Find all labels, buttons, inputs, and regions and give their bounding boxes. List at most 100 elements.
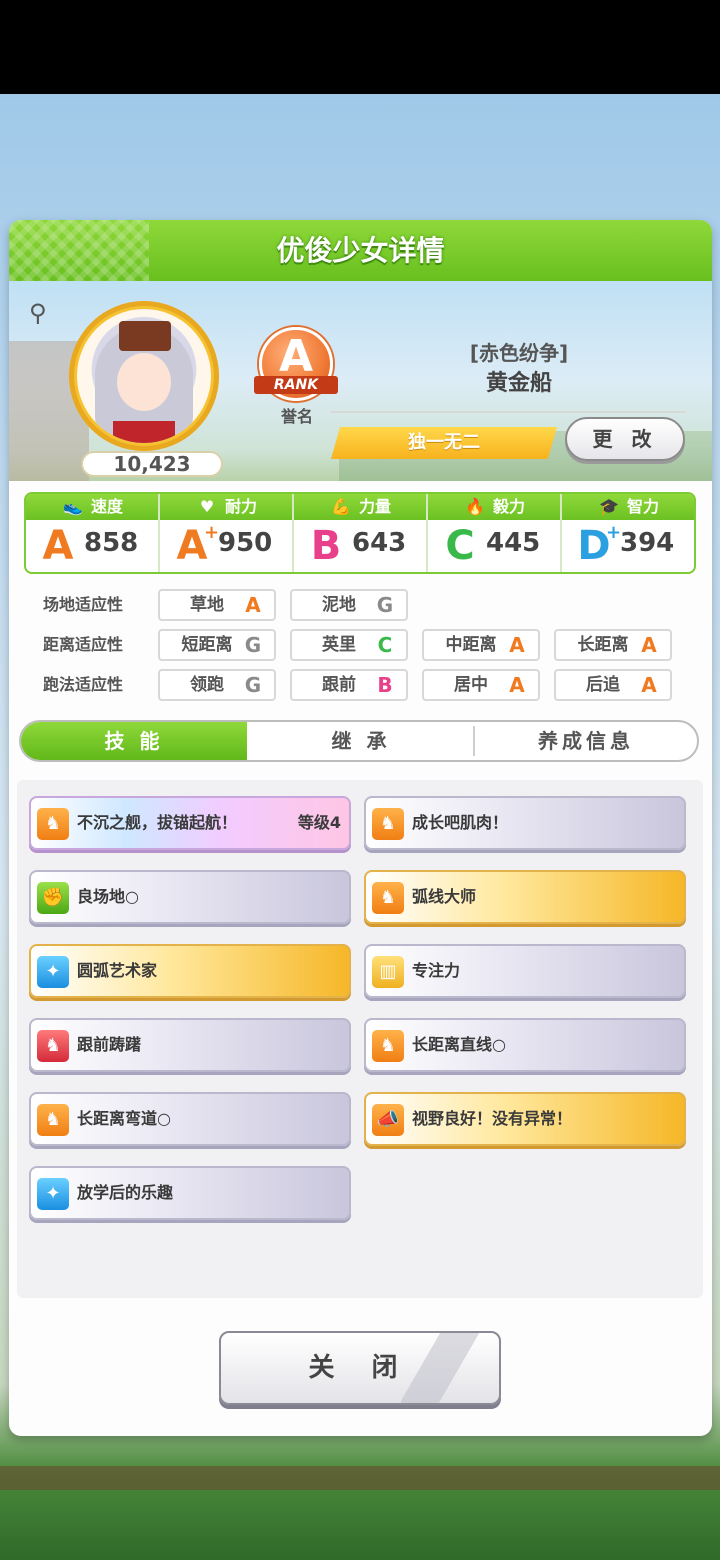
skill-item[interactable]: ✦ 放学后的乐趣: [29, 1166, 351, 1220]
rank-ribbon: RANK: [254, 376, 338, 394]
aptitude-dirt: 泥地 G: [290, 589, 408, 621]
stat-label-bar: 👟 速度: [26, 494, 160, 520]
stat-value: 858: [84, 528, 139, 558]
muscle-icon: 💪: [331, 497, 351, 516]
gate-icon: ▥: [372, 956, 404, 988]
character-name: 黄金船: [485, 371, 552, 396]
aptitude-name: 跟前: [322, 675, 356, 695]
skill-level: 等级4: [297, 813, 341, 832]
evaluation-score: 10,423: [81, 451, 223, 477]
character-portrait[interactable]: [77, 309, 211, 443]
aptitude-grade: B: [377, 673, 393, 697]
stat-value: 950: [218, 528, 273, 558]
stat-label: 力量: [358, 497, 391, 516]
stat-grade: C: [445, 523, 475, 569]
aptitude-grade: A: [245, 593, 261, 617]
stat-stamina: ♥ 耐力 A + 950: [160, 494, 294, 572]
stat-grade-plus: +: [204, 522, 220, 543]
skills-list: ♞ 不沉之舰，拔锚起航！ 等级4 ♞ 成长吧肌肉！ ✊ 良场地○ ♞ 弧线大师 …: [17, 780, 703, 1298]
graduation-cap-icon: 🎓: [599, 497, 619, 516]
skill-item[interactable]: 📣 视野良好！没有异常！: [364, 1092, 686, 1146]
change-title-button[interactable]: 更 改: [565, 417, 685, 461]
aptitude-name: 短距离: [181, 635, 233, 655]
aptitude-grade: C: [377, 633, 393, 657]
skill-item[interactable]: ♞ 弧线大师: [364, 870, 686, 924]
skill-name: 放学后的乐趣: [77, 1183, 174, 1202]
aptitude-grade: G: [244, 633, 262, 657]
skill-item[interactable]: ♞ 长距离直线○: [364, 1018, 686, 1072]
profile-banner: ⚲ 10,423 A RANK 誉名 [赤色纷争] 黄金船 独一无二 更 改: [9, 281, 712, 481]
skill-item[interactable]: ♞ 成长吧肌肉！: [364, 796, 686, 850]
skill-name: 成长吧肌肉！: [412, 813, 509, 832]
aptitude-label: 跑法适应性: [43, 675, 124, 694]
stat-label-bar: 💪 力量: [294, 494, 428, 520]
aptitude-name: 后追: [586, 675, 620, 695]
aptitude-front-runner: 领跑 G: [158, 669, 276, 701]
heart-icon: ♥: [199, 497, 215, 516]
portrait-hat: [119, 321, 171, 351]
running-horse-icon: ♞: [372, 882, 404, 914]
tab-label: 继 承: [331, 729, 391, 753]
aptitude-long: 长距离 A: [554, 629, 672, 661]
running-horse-icon: ♞: [372, 1030, 404, 1062]
aptitude-name: 居中: [454, 675, 488, 695]
carrot-icon: ⚲: [29, 299, 47, 327]
portrait-face: [117, 353, 171, 411]
aptitude-grade: G: [376, 593, 394, 617]
skill-name: 长距离弯道○: [77, 1109, 171, 1128]
horse-debuff-icon: ♞: [37, 1030, 69, 1062]
megaphone-icon: 📣: [372, 1104, 404, 1136]
stat-label: 耐力: [224, 497, 257, 516]
skill-item[interactable]: ▥ 专注力: [364, 944, 686, 998]
skill-item[interactable]: ✊ 良场地○: [29, 870, 351, 924]
aptitude-mile: 英里 C: [290, 629, 408, 661]
stats-panel: 👟 速度 A 858 ♥ 耐力 A + 950 💪 力量 B 643 🔥 毅力 C 44…: [24, 492, 696, 574]
running-horse-icon: ♞: [372, 808, 404, 840]
skill-item[interactable]: ✦ 圆弧艺术家: [29, 944, 351, 998]
aptitude-late-surger: 居中 A: [422, 669, 540, 701]
stat-label: 智力: [626, 497, 659, 516]
stat-value: 643: [352, 528, 407, 558]
stat-label: 毅力: [492, 497, 525, 516]
aptitude-grade: A: [641, 673, 657, 697]
close-button[interactable]: 关 闭: [219, 1331, 501, 1405]
skill-item[interactable]: ♞ 长距离弯道○: [29, 1092, 351, 1146]
stat-guts: 🔥 毅力 C 445: [428, 494, 562, 572]
stat-grade-plus: +: [606, 522, 622, 543]
aptitude-name: 长距离: [577, 635, 629, 655]
stat-wisdom: 🎓 智力 D + 394: [562, 494, 694, 572]
skill-item[interactable]: ♞ 跟前踌躇: [29, 1018, 351, 1072]
skill-name: 弧线大师: [412, 887, 477, 906]
tab-training-info[interactable]: 养成信息: [475, 722, 697, 760]
aptitude-grade: A: [509, 633, 525, 657]
rank-caption: 誉名: [280, 407, 313, 426]
rank-letter: A: [278, 331, 314, 382]
aptitude-medium: 中距离 A: [422, 629, 540, 661]
stat-grade: A: [42, 523, 74, 569]
costume-name: [赤色纷争]: [469, 341, 569, 365]
status-bar-area: [0, 0, 720, 94]
stat-value: 394: [620, 528, 675, 558]
skill-name: 视野良好！没有异常！: [412, 1109, 573, 1128]
stat-label-bar: ♥ 耐力: [160, 494, 294, 520]
button-shine: [401, 1333, 491, 1403]
sparkle-icon: ✦: [37, 1178, 69, 1210]
honor-title: 独一无二: [331, 427, 557, 459]
aptitude-name: 中距离: [445, 635, 497, 655]
tab-skills[interactable]: 技 能: [21, 722, 247, 760]
muscle-icon: ✊: [37, 882, 69, 914]
skill-name: 长距离直线○: [412, 1035, 506, 1054]
skill-item[interactable]: ♞ 不沉之舰，拔锚起航！ 等级4: [29, 796, 351, 850]
aptitude-label: 场地适应性: [43, 595, 124, 614]
skill-name: 不沉之舰，拔锚起航！: [77, 813, 238, 832]
skill-name: 跟前踌躇: [77, 1035, 142, 1054]
tab-inheritance[interactable]: 继 承: [247, 722, 475, 760]
stat-grade: B: [310, 523, 342, 569]
aptitude-turf: 草地 A: [158, 589, 276, 621]
stat-value: 445: [486, 528, 541, 558]
portrait-bow: [113, 421, 175, 443]
running-horse-icon: ♞: [37, 1104, 69, 1136]
aptitude-pace-chaser: 跟前 B: [290, 669, 408, 701]
stat-speed: 👟 速度 A 858: [26, 494, 160, 572]
stat-label: 速度: [90, 497, 123, 516]
